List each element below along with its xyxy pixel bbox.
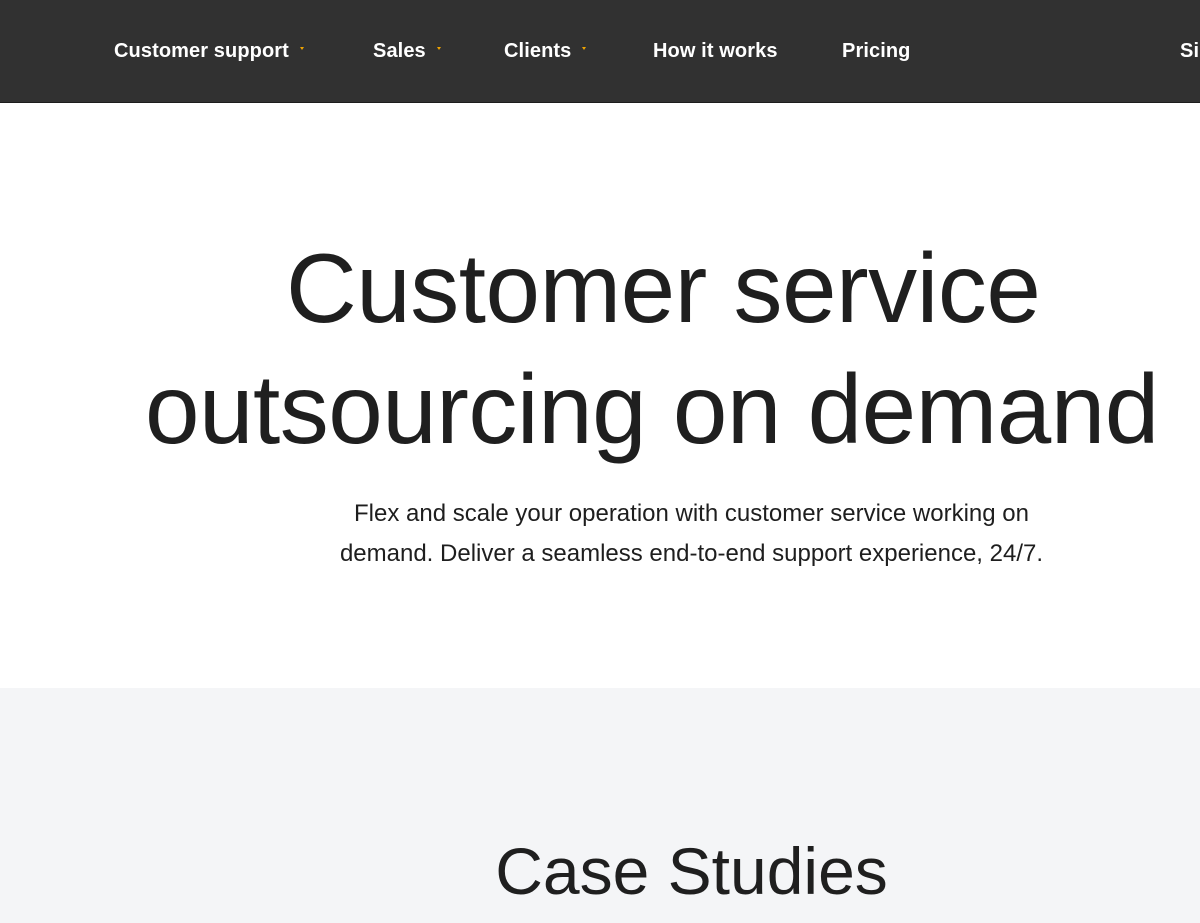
nav-item-label: Sales xyxy=(373,39,426,62)
nav-item-clients[interactable]: Clients xyxy=(504,0,587,102)
hero-title-line-1: Customer service xyxy=(286,233,1041,343)
nav-item-customer-support[interactable]: Customer support xyxy=(114,0,304,102)
hero-subtitle-line-1: Flex and scale your operation with custo… xyxy=(354,500,1029,527)
hero-section: Customer service outsourcing on demand F… xyxy=(0,103,1200,688)
nav-item-how-it-works[interactable]: How it works xyxy=(653,0,778,102)
nav-item-label: Clients xyxy=(504,39,572,62)
nav-item-label: How it works xyxy=(653,39,778,62)
hero-subtitle-line-2: demand. Deliver a seamless end-to-end su… xyxy=(339,540,1044,567)
nav-item-sales[interactable]: Sales xyxy=(373,0,441,102)
chevron-down-icon xyxy=(299,47,304,50)
nav-item-label: Si xyxy=(1180,39,1200,62)
case-studies-section: Case Studies See how companies deliver c… xyxy=(0,688,1200,923)
hero-title-line-2: outsourcing on demand xyxy=(145,354,1159,464)
case-studies-title: Case Studies xyxy=(495,833,888,908)
nav-item-label: Customer support xyxy=(114,39,289,62)
chevron-down-icon xyxy=(582,47,587,50)
case-studies-subtitle: See how companies deliver customer xyxy=(0,915,1200,923)
top-navigation: Customer support Sales Clients How it wo… xyxy=(0,0,1200,103)
nav-item-pricing[interactable]: Pricing xyxy=(842,0,911,102)
nav-item-label: Pricing xyxy=(842,39,911,62)
chevron-down-icon xyxy=(436,47,441,50)
nav-item-sign-in-partial[interactable]: Si xyxy=(1180,0,1199,102)
